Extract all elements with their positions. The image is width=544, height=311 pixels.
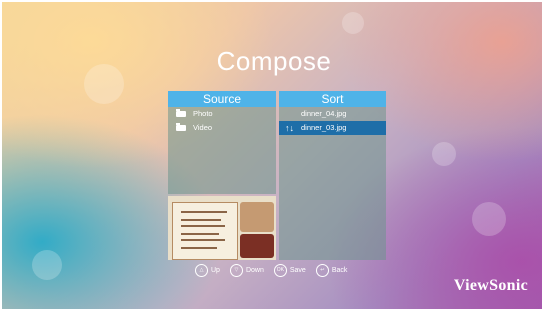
- folder-icon: [176, 123, 186, 131]
- menu-card-image: [172, 202, 238, 260]
- sort-item-label: dinner_04.jpg: [301, 109, 347, 118]
- dessert-image: [240, 234, 274, 258]
- page-title: Compose: [216, 46, 332, 76]
- hint-up: △ Up: [195, 264, 220, 277]
- source-item-label: Video: [193, 123, 213, 132]
- image-preview: [168, 196, 276, 260]
- hint-save: OK Save: [273, 264, 306, 277]
- sort-panel: Sort dinner_04.jpg ↑↓ dinner_03.jpg: [279, 91, 386, 260]
- sort-item[interactable]: dinner_04.jpg: [279, 107, 386, 121]
- source-header: Source: [168, 91, 276, 107]
- back-key-icon: ↩: [315, 264, 329, 277]
- hint-label: Down: [245, 267, 264, 274]
- hint-label: Back: [331, 267, 348, 274]
- ok-key-icon: OK: [273, 264, 287, 277]
- reorder-arrows-icon: ↑↓: [285, 123, 294, 133]
- source-item-photo[interactable]: Photo: [168, 107, 276, 121]
- source-item-label: Photo: [193, 109, 213, 118]
- down-key-icon: ▽: [229, 264, 243, 277]
- sort-item-label: dinner_03.jpg: [301, 123, 347, 132]
- dessert-image: [240, 202, 274, 232]
- source-item-video[interactable]: Video: [168, 121, 276, 135]
- up-key-icon: △: [195, 264, 208, 277]
- source-panel: Source Photo Video: [168, 91, 276, 194]
- compose-screen: Compose Source Photo Video Sort dinner_0…: [0, 0, 544, 311]
- bokeh-decoration: [342, 12, 364, 34]
- bokeh-decoration: [472, 202, 506, 236]
- sort-header: Sort: [279, 91, 386, 107]
- bokeh-decoration: [32, 250, 62, 280]
- bokeh-decoration: [432, 142, 456, 166]
- hint-label: Up: [211, 267, 220, 274]
- key-hints: △ Up ▽ Down OK Save ↩ Back: [195, 264, 347, 277]
- hint-label: Save: [289, 267, 306, 274]
- hint-down: ▽ Down: [229, 264, 264, 277]
- sort-item-selected[interactable]: ↑↓ dinner_03.jpg: [279, 121, 386, 135]
- viewsonic-logo: ViewSonic: [453, 277, 528, 294]
- folder-icon: [176, 109, 186, 117]
- hint-back: ↩ Back: [315, 264, 348, 277]
